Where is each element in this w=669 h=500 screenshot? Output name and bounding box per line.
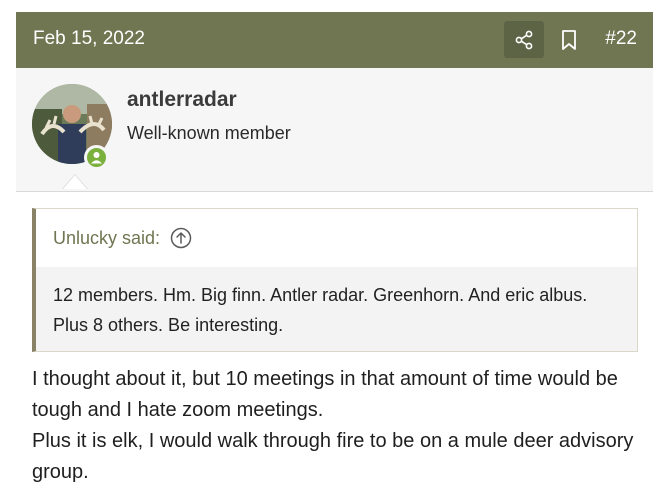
message-pointer <box>63 175 87 189</box>
user-title: Well-known member <box>127 123 291 143</box>
quote-block: Unlucky said: 12 members. Hm. Big finn. … <box>32 208 638 352</box>
share-icon <box>515 30 533 49</box>
quote-header: Unlucky said: <box>36 209 637 267</box>
post-date[interactable]: Feb 15, 2022 <box>33 28 145 50</box>
post-header: Feb 15, 2022 #22 <box>16 12 653 68</box>
quote-attribution[interactable]: Unlucky said: <box>53 228 160 249</box>
user-icon <box>91 152 102 164</box>
arrow-up-circle-icon <box>170 227 192 249</box>
post-number-link[interactable]: #22 <box>605 28 637 50</box>
bookmark-button[interactable] <box>554 21 584 58</box>
share-button[interactable] <box>504 21 544 58</box>
jump-to-quote-button[interactable] <box>170 227 192 249</box>
post-author-block: antlerradar Well-known member <box>16 68 653 192</box>
username-link[interactable]: antlerradar <box>127 88 237 112</box>
online-status-badge <box>84 145 109 170</box>
post-paragraph-2: Plus it is elk, I would walk through fir… <box>32 430 634 483</box>
bookmark-icon <box>562 29 576 50</box>
quote-text: 12 members. Hm. Big finn. Antler radar. … <box>36 267 637 351</box>
post-paragraph-1: I thought about it, but 10 meetings in t… <box>32 368 618 421</box>
post-body: I thought about it, but 10 meetings in t… <box>32 364 652 488</box>
